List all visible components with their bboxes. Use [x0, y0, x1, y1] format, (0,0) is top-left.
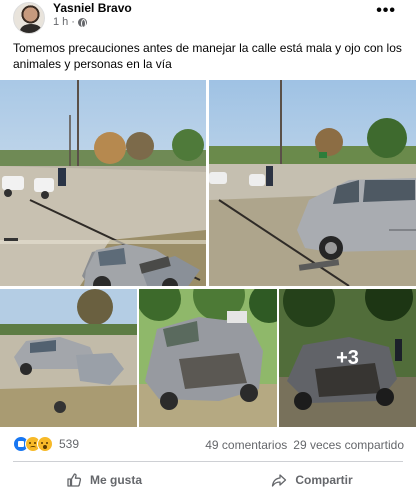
more-options-icon[interactable]: •••	[376, 2, 396, 20]
post-meta: 1 h ·	[53, 16, 87, 28]
author-name[interactable]: Yasniel Bravo	[53, 1, 132, 15]
post-photo[interactable]	[209, 80, 416, 286]
divider	[13, 461, 403, 462]
like-label: Me gusta	[89, 472, 142, 487]
share-label: Compartir	[295, 472, 353, 487]
globe-icon	[77, 17, 87, 28]
like-button[interactable]: Me gusta	[0, 466, 208, 493]
more-photos-overlay[interactable]: +3	[279, 289, 416, 427]
shares-count[interactable]: 29 veces compartido	[293, 438, 404, 452]
post-photo[interactable]	[139, 289, 277, 427]
engagement-bar: 539 49 comentarios 29 veces compartido	[0, 432, 416, 454]
thumbs-up-icon	[67, 472, 82, 487]
avatar[interactable]	[13, 2, 45, 34]
wow-icon	[37, 436, 53, 452]
post-header: Yasniel Bravo 1 h · •••	[0, 0, 416, 36]
share-icon	[272, 473, 287, 487]
post-text: Tomemos precauciones antes de manejar la…	[13, 41, 402, 71]
post-actions: Me gusta Compartir	[0, 466, 416, 493]
comments-count[interactable]: 49 comentarios	[205, 438, 287, 452]
post-photo[interactable]	[0, 80, 206, 286]
post-time[interactable]: 1 h	[53, 16, 68, 28]
post-photo[interactable]	[0, 289, 137, 427]
reactions-summary[interactable]: 539	[13, 436, 79, 452]
engagement-counts: 49 comentarios 29 veces compartido	[205, 438, 404, 452]
share-button[interactable]: Compartir	[208, 466, 416, 493]
photo-grid: +3	[0, 80, 416, 427]
reaction-count: 539	[59, 437, 80, 451]
